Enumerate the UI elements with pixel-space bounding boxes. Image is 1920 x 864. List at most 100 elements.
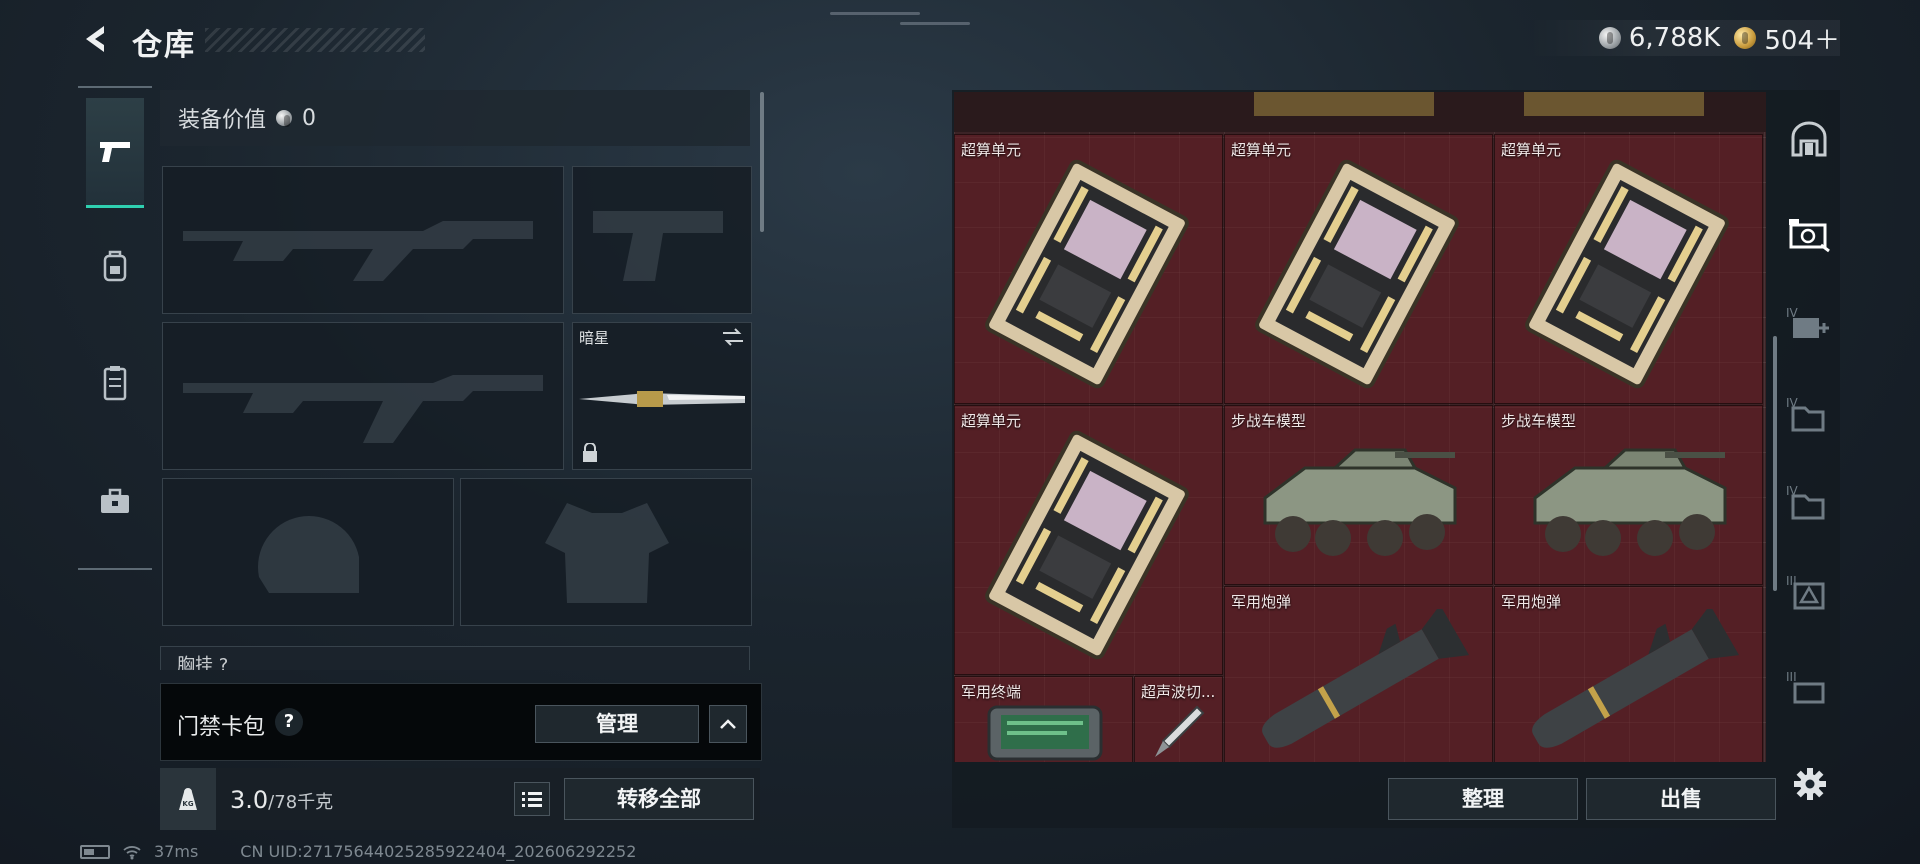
list-icon [522,792,542,807]
tier-label: IV [1786,306,1798,320]
tab-weapons[interactable] [86,98,144,208]
tab-backpack[interactable] [86,236,144,294]
computing-unit-icon [985,159,1189,389]
silver-coin-icon [276,110,293,127]
tier-label: III [1786,574,1797,588]
loadout-category-rail [78,86,152,570]
item-name: 超声波切... [1141,683,1216,701]
vest-icon [103,366,127,401]
battery-icon [80,844,110,859]
lock-icon [583,443,597,462]
transfer-all-button[interactable]: 转移全部 [564,778,754,820]
helmet-silhouette-icon [258,516,359,593]
gold-amount: 504＋ [1764,25,1840,56]
silver-currency: 6,788K [1598,23,1721,53]
primary-weapon-slot[interactable] [162,166,564,314]
tier-label: IV [1786,396,1798,410]
secondary-weapon-slot[interactable] [162,322,564,470]
pistol-silhouette-icon [593,211,723,281]
armor-slot[interactable] [460,478,752,626]
equipment-value-label: 装备价值 [178,108,267,133]
access-card-bar: 门禁卡包 ? 管理 [160,683,762,761]
computing-unit-icon [1255,159,1459,389]
stash-item-computing-unit[interactable]: 超算单元 [1224,134,1493,404]
military-shell-icon [1532,609,1740,748]
rifle-silhouette-icon [183,221,533,281]
filter-tab-medical[interactable]: IV [1780,298,1838,356]
stash-item-military-shell[interactable]: 军用炮弹 [1494,586,1763,762]
stash-item-computing-unit[interactable]: 超算单元 [954,134,1223,404]
settings-button[interactable] [1792,766,1828,802]
knife-icon [579,391,745,407]
stash-item-military-terminal[interactable]: 军用终端 [954,676,1133,762]
loadout-scrollbar[interactable] [760,92,764,232]
swap-icon[interactable] [721,327,745,347]
sidearm-slot[interactable] [572,166,752,314]
currency-display: 6,788K 504＋ [1528,20,1840,57]
rifle-silhouette-icon [183,375,543,443]
current-weight: 3.0 [230,786,269,814]
silver-coin-icon [1598,27,1621,49]
military-shell-icon [1262,609,1470,748]
silver-amount: 6,788K [1628,23,1721,53]
tier-label: IV [1786,484,1798,498]
stash-item-ifv-model[interactable]: 步战车模型 [1224,405,1493,585]
pistol-icon [100,141,130,162]
title-decoration [205,28,425,52]
weight-readout: 3.0/78千克 [230,786,333,814]
filter-tab-misc[interactable]: III [1780,662,1838,720]
weight-bar: KG 3.0/78千克 转移全部 [160,768,760,830]
melee-slot[interactable]: 暗星 [572,322,752,470]
item-name: 超算单元 [961,141,1022,159]
stash-top-row [954,92,1766,132]
stash-item-ultrasonic-cutter[interactable]: 超声波切... [1134,676,1223,762]
computing-unit-icon [1525,159,1729,389]
chest-rig-label: 胸挂 ? [177,655,229,670]
item-name: 超算单元 [1231,141,1292,159]
stash-scrollbar[interactable] [1773,336,1777,591]
tab-vest[interactable] [86,354,144,412]
equipment-value-bar: 装备价值 0 [160,90,750,146]
svg-text:KG: KG [182,800,193,808]
access-card-label: 门禁卡包 [177,715,266,740]
item-name: 超算单元 [961,412,1022,430]
helmet-slot[interactable] [162,478,454,626]
loadout-panel: 装备价值 0 暗星 胸挂 ? [160,90,760,670]
collapse-button[interactable] [709,705,747,743]
item-name: 超算单元 [1501,141,1562,159]
ultrasonic-cutter-icon [1155,705,1205,757]
cash-register-icon [1789,219,1830,253]
military-terminal-icon [987,705,1103,761]
wifi-icon [123,845,141,859]
filter-tab-folder-a[interactable]: IV [1780,388,1838,446]
backpack-icon [103,250,127,282]
filter-tab-hazard[interactable]: III [1780,566,1838,624]
sort-button[interactable]: 整理 [1388,778,1578,820]
chest-rig-slot[interactable]: 胸挂 ? [160,646,750,670]
gear-icon [1794,768,1826,800]
filter-tab-all[interactable] [1780,110,1838,168]
stash-item-ifv-model[interactable]: 步战车模型 [1494,405,1763,585]
filter-tab-valuables[interactable] [1780,206,1838,264]
filter-tab-folder-b[interactable]: IV [1780,476,1838,534]
help-icon[interactable]: ? [275,708,303,736]
sell-button[interactable]: 出售 [1586,778,1776,820]
gold-currency[interactable]: 504＋ [1734,20,1840,57]
gold-coin-icon [1734,27,1757,49]
ifv-model-icon [1533,448,1727,556]
manage-button[interactable]: 管理 [535,705,699,743]
chevron-up-icon [720,719,736,729]
back-button[interactable] [78,22,112,56]
ping: 37ms [154,842,199,861]
stash-item-computing-unit[interactable]: 超算单元 [954,405,1223,675]
item-name: 军用终端 [961,683,1022,701]
briefcase-icon [101,488,129,513]
equipment-value: 0 [302,105,317,131]
stash-item-military-shell[interactable]: 军用炮弹 [1224,586,1493,762]
tier-label: III [1786,670,1797,684]
tab-briefcase[interactable] [86,472,144,530]
stash-grid[interactable]: 超算单元 超算单元 超算单元 超算单元 步战车模型 步战车模型 军用炮弹 军用炮… [954,92,1766,762]
stash-item-computing-unit[interactable]: 超算单元 [1494,134,1763,404]
shelter-icon [1791,121,1827,157]
list-view-button[interactable] [514,782,550,816]
